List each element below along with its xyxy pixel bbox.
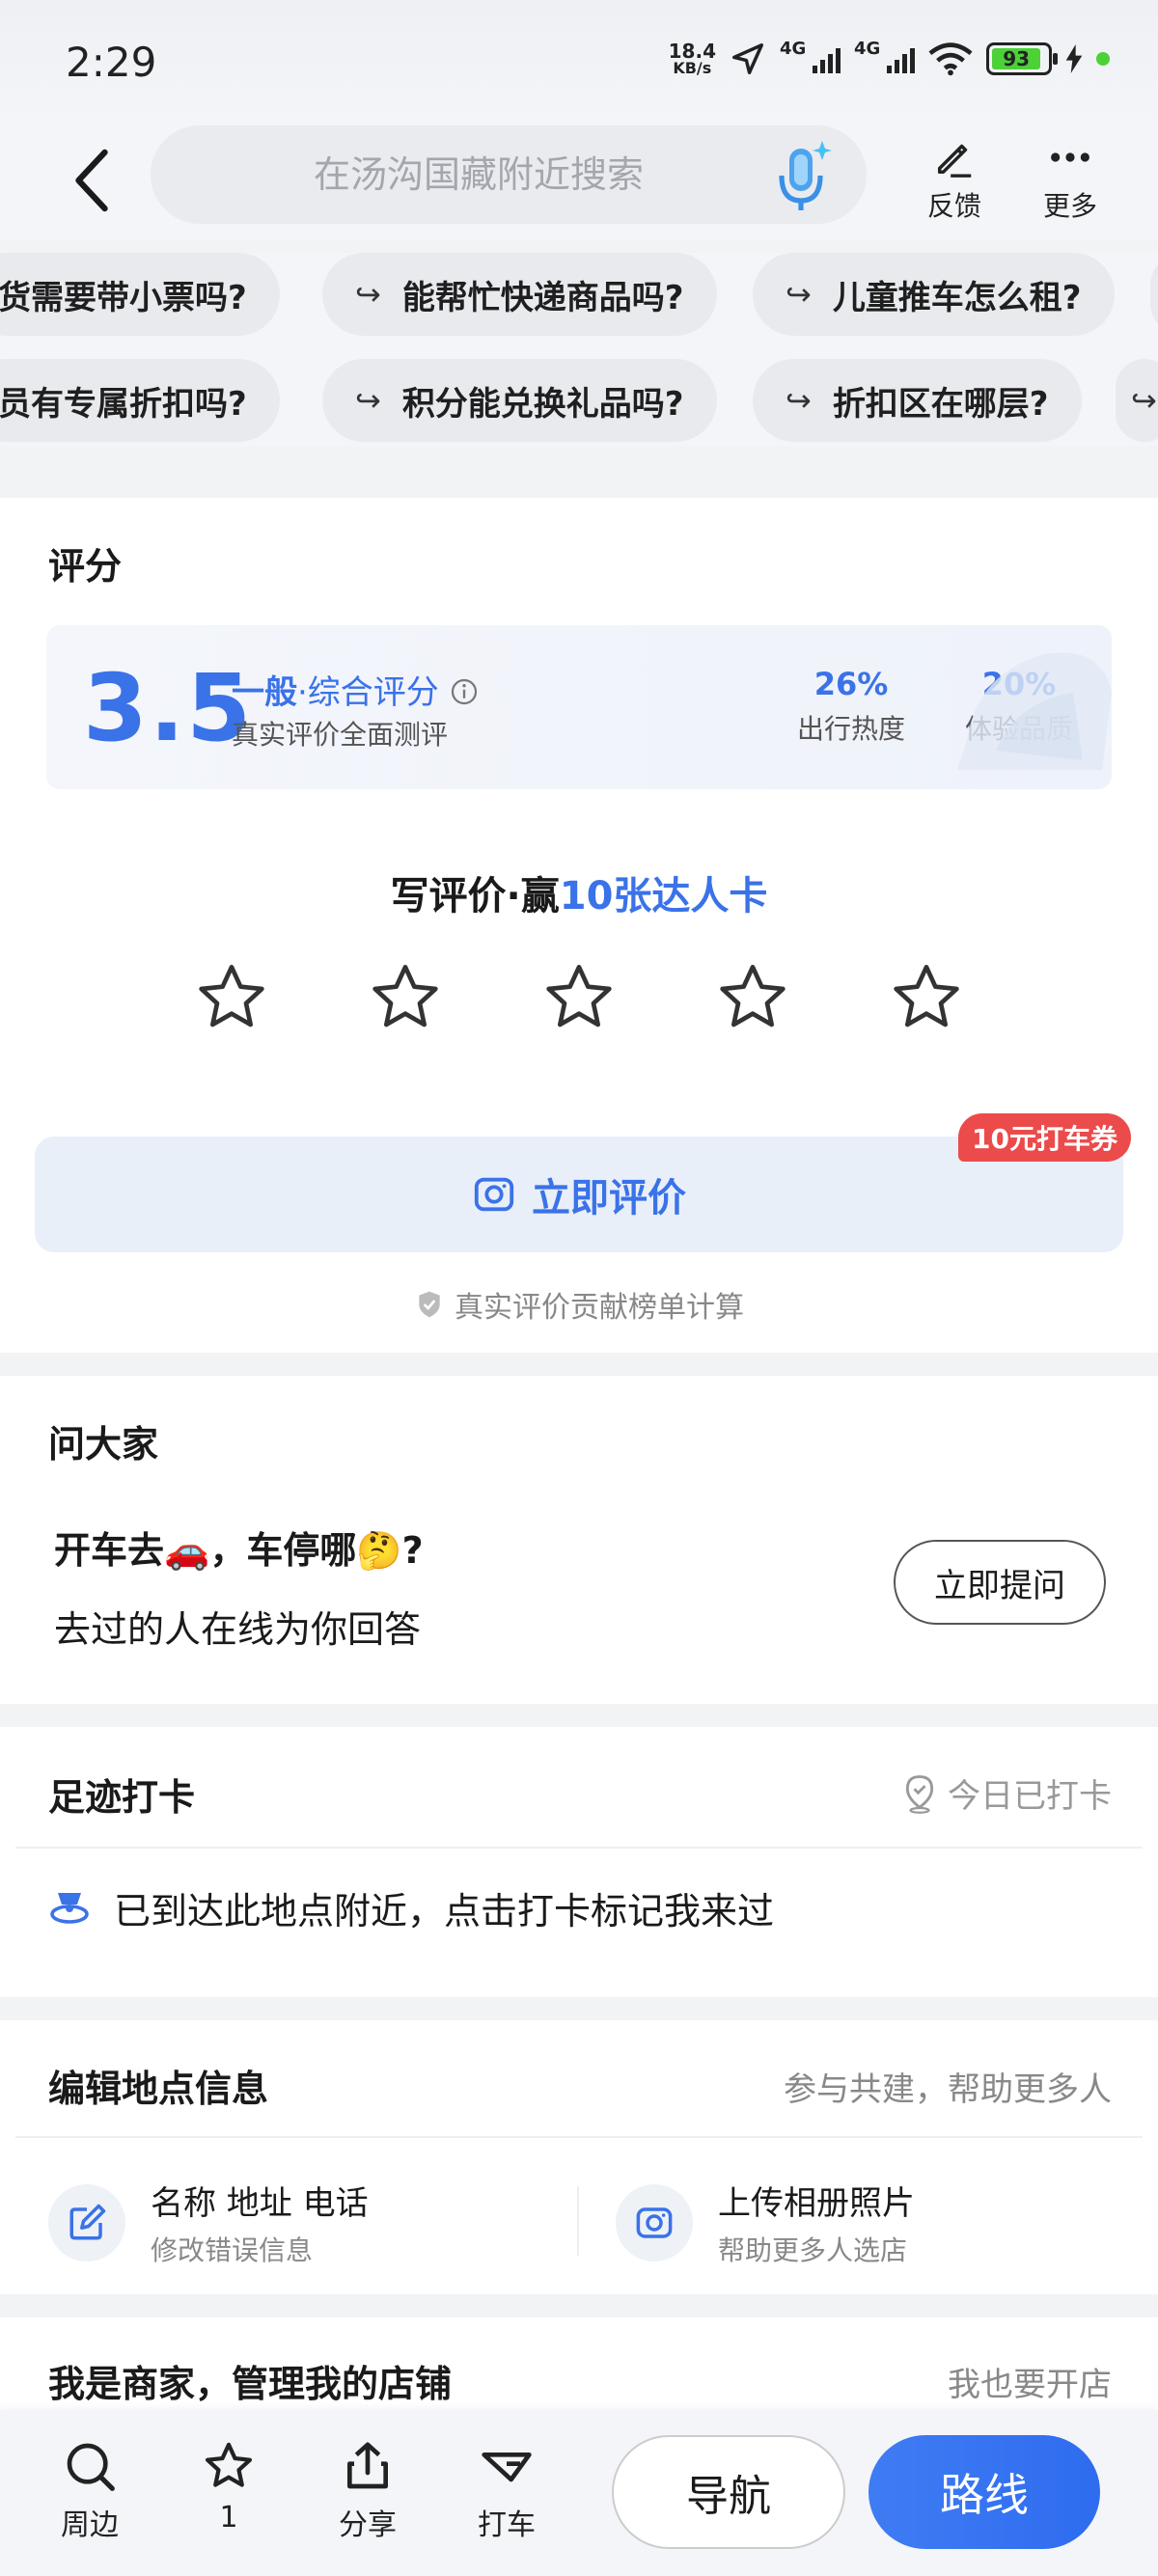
redirect-arrow-icon: ↪	[355, 276, 381, 313]
redirect-arrow-icon: ↪	[786, 382, 812, 419]
star-icon	[205, 2442, 253, 2487]
camera-icon	[474, 1177, 514, 1212]
favorite-tab[interactable]: 1	[176, 2439, 282, 2535]
network-speed-value: 18.4	[668, 40, 716, 63]
microphone-icon	[779, 141, 832, 210]
upload-photo-icon-wrap	[616, 2183, 693, 2261]
search-icon	[67, 2443, 115, 2491]
more-dots-icon	[1051, 152, 1089, 162]
star-icon[interactable]	[714, 959, 791, 1036]
suggestion-chip[interactable]: ↪ 能帮忙快递商品吗?	[322, 253, 717, 336]
checkin-row[interactable]: 已到达此地点附近，点击打卡标记我来过	[46, 1881, 774, 1934]
checkin-status[interactable]: 今日已打卡	[901, 1769, 1112, 1817]
feedback-button[interactable]: 反馈	[911, 135, 998, 224]
footprint-card: 足迹打卡 今日已打卡 已到达此地点附近，点击打卡标记我来过	[0, 1727, 1158, 1997]
star-icon[interactable]	[540, 959, 618, 1036]
network-speed-unit: KB/s	[673, 59, 712, 77]
location-check-icon	[905, 1774, 934, 1814]
star-rating-input[interactable]	[193, 959, 965, 1046]
taxi-icon	[482, 2453, 532, 2482]
edit-icon	[48, 2183, 125, 2261]
wifi-icon	[928, 42, 973, 76]
taxi-tab[interactable]: 打车	[454, 2439, 560, 2543]
nearby-tab[interactable]: 周边	[37, 2439, 143, 2543]
info-icon[interactable]	[450, 677, 479, 706]
cellular-signal-icon: 4G	[780, 39, 841, 73]
suggestion-chip[interactable]: ↪ 儿童推车怎么租?	[753, 253, 1115, 336]
open-store-link[interactable]: 我也要开店	[948, 2358, 1112, 2405]
question-suggestions: 货需要带小票吗? ↪ 能帮忙快递商品吗? ↪ 儿童推车怎么租? 员有专属折扣吗? ↪…	[0, 253, 1158, 446]
redirect-arrow-icon: ↪	[1131, 382, 1157, 419]
upload-photo-item[interactable]: 上传相册照片 帮助更多人选店	[616, 2177, 915, 2268]
suggestion-chip[interactable]: 员有专属折扣吗?	[0, 359, 280, 442]
rating-summary[interactable]: 3.5 一般·综合评分 真实评价全面测评 26% 出行热度 20% 体验品质	[46, 625, 1112, 789]
section-title: 我是商家，管理我的店铺	[48, 2363, 453, 2405]
status-icons: 18.4 KB/s 4G 4G 93	[669, 39, 1110, 77]
status-time: 2:29	[66, 39, 157, 86]
star-icon[interactable]	[193, 959, 270, 1036]
redirect-arrow-icon: ↪	[355, 382, 381, 419]
rating-card: 评分 3.5 一般·综合评分 真实评价全面测评 26% 出行热度 20% 体验品…	[0, 498, 1158, 1353]
section-title: 评分	[48, 545, 123, 588]
section-title: 问大家	[48, 1423, 159, 1466]
cellular-signal-icon: 4G	[854, 39, 915, 73]
bottom-action-bar: 周边 1 分享 打车 导航 路线	[0, 2410, 1158, 2576]
star-icon[interactable]	[367, 959, 444, 1036]
edit-place-card: 编辑地点信息 参与共建，帮助更多人 名称 地址 电话 修改错误信息 上传相册照片…	[0, 2020, 1158, 2294]
ask-question: 开车去🚗，车停哪🤔?	[54, 1529, 424, 1572]
suggestion-chip[interactable]: ↪ 折扣区在哪层?	[753, 359, 1082, 442]
stat-travel-heat: 26% 出行热度	[796, 666, 905, 745]
share-tab[interactable]: 分享	[315, 2439, 421, 2543]
checkin-flag-icon	[50, 1892, 89, 1924]
section-title: 编辑地点信息	[48, 2068, 269, 2110]
redirect-arrow-icon: ↪	[786, 276, 812, 313]
voice-search-button[interactable]	[770, 137, 838, 214]
rating-score: 3.5	[83, 654, 254, 762]
more-button[interactable]: 更多	[1027, 135, 1114, 224]
route-button[interactable]: 路线	[868, 2435, 1100, 2549]
search-box[interactable]	[151, 125, 867, 224]
decorative-shape-icon	[957, 652, 1112, 770]
header: 反馈 更多	[0, 125, 1158, 239]
edit-pencil-icon	[937, 144, 972, 178]
camera-icon	[636, 2206, 673, 2238]
rating-level: 一般·综合评分	[232, 666, 479, 713]
suggestion-chip[interactable]: ↪ 积分能兑换礼品吗?	[322, 359, 717, 442]
back-button[interactable]	[58, 137, 125, 224]
pencil-icon	[69, 2204, 106, 2239]
suggestion-row: 员有专属折扣吗? ↪ 积分能兑换礼品吗? ↪ 折扣区在哪层? ↪	[0, 359, 1158, 442]
share-icon	[347, 2442, 388, 2489]
rating-subtitle: 真实评价全面测评	[232, 719, 449, 751]
verified-check-icon	[419, 1291, 440, 1318]
section-title: 足迹打卡	[48, 1776, 196, 1819]
more-label: 更多	[1042, 190, 1097, 222]
divider	[577, 2186, 579, 2256]
ask-now-button[interactable]: 立即提问	[894, 1540, 1106, 1625]
suggestion-chip[interactable]: ↪	[1116, 359, 1158, 442]
feedback-label: 反馈	[926, 190, 981, 222]
search-input[interactable]	[189, 125, 768, 224]
edit-info-item[interactable]: 名称 地址 电话 修改错误信息	[48, 2177, 369, 2268]
star-icon[interactable]	[888, 959, 965, 1036]
edit-subtitle: 参与共建，帮助更多人	[784, 2070, 1112, 2109]
divider	[15, 1847, 1143, 1849]
navigate-button[interactable]: 导航	[612, 2435, 845, 2549]
verify-note: 真实评价贡献榜单计算	[0, 1283, 1158, 1326]
battery-level: 93	[992, 47, 1041, 70]
suggestion-chip[interactable]	[1150, 253, 1158, 336]
network-speed: 18.4 KB/s	[669, 41, 716, 76]
suggestion-row: 货需要带小票吗? ↪ 能帮忙快递商品吗? ↪ 儿童推车怎么租?	[0, 253, 1158, 336]
write-review-promo: 写评价·赢10张达人卡	[390, 874, 768, 918]
status-bar: 2:29 18.4 KB/s 4G 4G 93	[0, 0, 1158, 125]
divider	[15, 2136, 1143, 2138]
chevron-left-icon	[75, 149, 108, 212]
location-arrow-icon	[732, 43, 763, 74]
battery-icon: 93	[986, 42, 1058, 75]
charging-dot	[1096, 52, 1110, 66]
suggestion-chip[interactable]: 货需要带小票吗?	[0, 253, 280, 336]
charging-bolt-icon	[1065, 44, 1083, 73]
coupon-badge: 10元打车券	[958, 1113, 1131, 1162]
ask-subtitle: 去过的人在线为你回答	[54, 1608, 422, 1651]
ask-everyone-card: 问大家 开车去🚗，车停哪🤔? 去过的人在线为你回答 立即提问	[0, 1376, 1158, 1704]
